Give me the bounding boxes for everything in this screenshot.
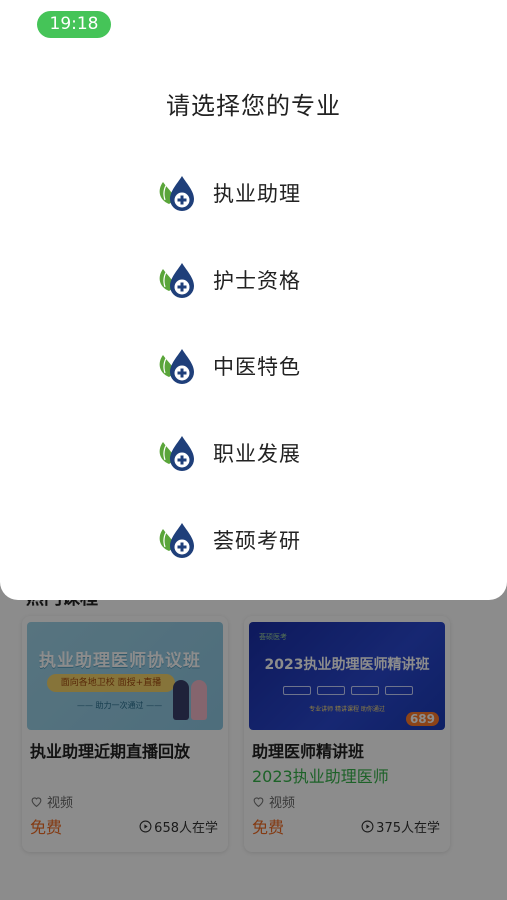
option-practicing-assistant[interactable]: 执业助理 — [155, 170, 375, 216]
option-tcm-specialty[interactable]: 中医特色 — [155, 343, 375, 389]
option-label: 职业发展 — [213, 442, 301, 466]
medical-drop-icon — [159, 176, 194, 211]
option-nurse-qualification[interactable]: 护士资格 — [155, 257, 375, 303]
option-label: 执业助理 — [213, 182, 301, 206]
medical-drop-icon — [159, 263, 194, 298]
option-label: 护士资格 — [213, 269, 301, 293]
major-selection-sheet: 19:18 请选择您的专业 执业助理 护士资格 中医特色 职业发展 荟硕考研 — [0, 0, 507, 600]
medical-drop-icon — [159, 523, 194, 558]
sheet-title: 请选择您的专业 — [166, 92, 341, 120]
option-label: 中医特色 — [213, 355, 301, 379]
option-label: 荟硕考研 — [213, 529, 301, 553]
medical-drop-icon — [159, 436, 194, 471]
medical-drop-icon — [159, 349, 194, 384]
option-career-development[interactable]: 职业发展 — [155, 430, 375, 476]
option-postgraduate-exam[interactable]: 荟硕考研 — [155, 517, 375, 563]
status-time: 19:18 — [37, 11, 111, 38]
